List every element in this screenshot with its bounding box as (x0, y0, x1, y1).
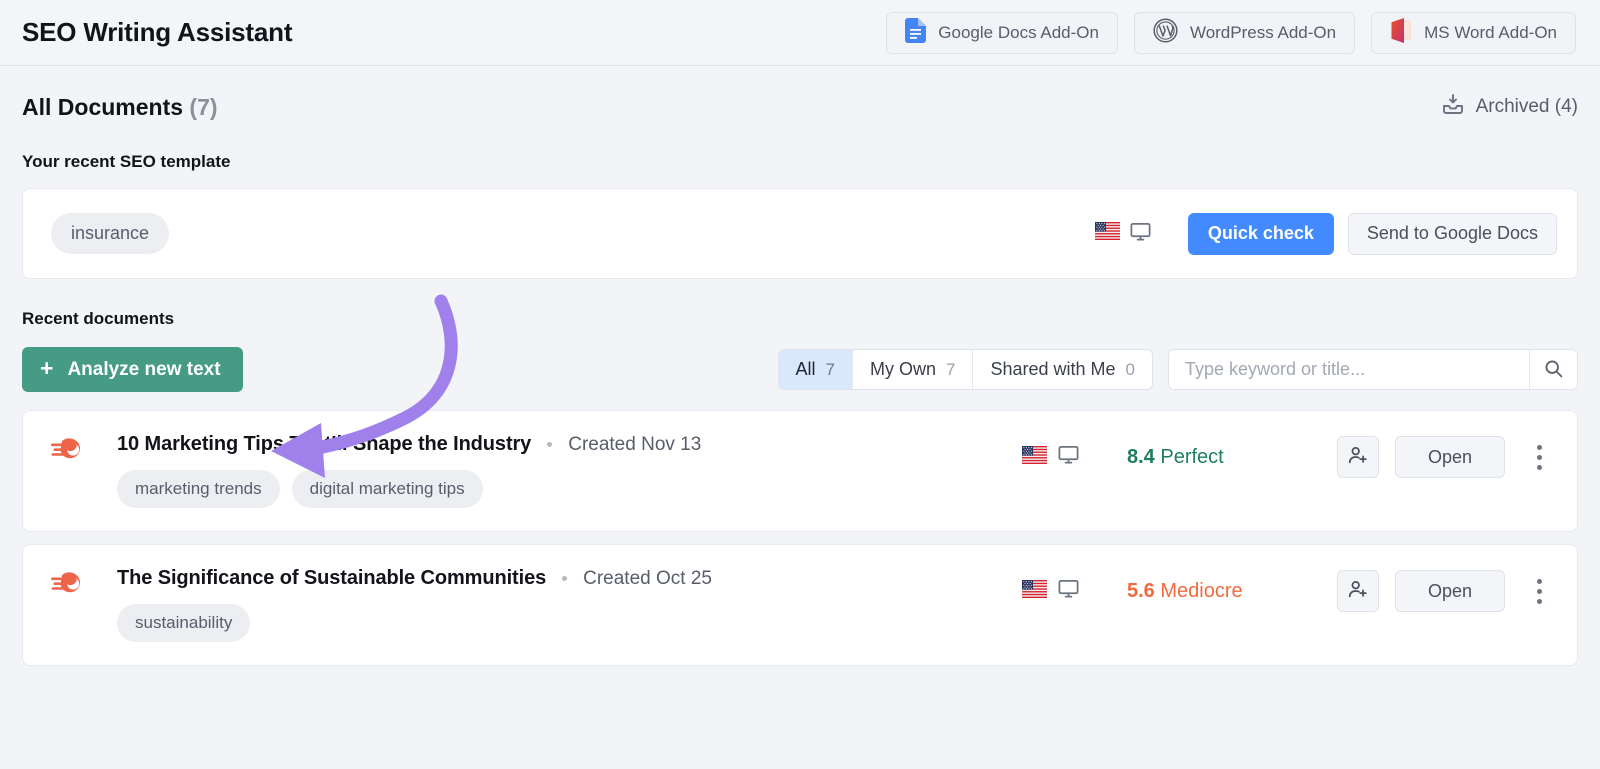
document-body: The Significance of Sustainable Communit… (117, 567, 1022, 642)
ms-word-addon-label: MS Word Add-On (1424, 22, 1557, 42)
wordpress-icon (1153, 17, 1178, 48)
share-document-button[interactable] (1337, 436, 1379, 478)
share-document-button[interactable] (1337, 570, 1379, 612)
document-tags: sustainability (117, 604, 1022, 642)
document-score-label: Perfect (1160, 445, 1224, 468)
filter-tab-shared-with-me-count: 0 (1125, 359, 1135, 379)
analyze-new-text-label: Analyze new text (67, 358, 221, 380)
filter-tab-all-label: All (795, 359, 816, 379)
app-header: SEO Writing Assistant Google Docs Add-On (0, 0, 1600, 66)
filter-tab-my-own[interactable]: My Own 7 (852, 350, 974, 389)
filter-tab-all-count: 7 (825, 359, 835, 379)
template-actions: Quick check Send to Google Docs (1094, 212, 1557, 255)
document-created-date: Created Nov 13 (568, 433, 702, 455)
status-badge: 5.6 Mediocre (1127, 580, 1337, 603)
open-document-button[interactable]: Open (1395, 436, 1505, 478)
filter-tab-my-own-count: 7 (946, 359, 956, 379)
google-docs-addon-button[interactable]: Google Docs Add-On (886, 11, 1118, 54)
desktop-monitor-icon (1129, 220, 1152, 248)
filter-tab-all[interactable]: All 7 (778, 350, 853, 389)
plus-icon: + (40, 355, 54, 381)
template-keyword-pill[interactable]: insurance (51, 213, 170, 254)
wordpress-addon-label: WordPress Add-On (1189, 22, 1337, 42)
wordpress-addon-button[interactable]: WordPress Add-On (1133, 11, 1356, 54)
document-created-date: Created Oct 25 (583, 567, 712, 589)
google-docs-addon-label: Google Docs Add-On (938, 22, 1099, 42)
filter-tab-shared-with-me[interactable]: Shared with Me 0 (973, 350, 1152, 389)
add-person-icon (1347, 578, 1369, 605)
archive-tray-icon (1441, 92, 1465, 122)
search-box (1168, 349, 1578, 390)
document-actions: Open (1337, 436, 1557, 478)
search-button[interactable] (1529, 350, 1577, 389)
recent-template-label: Your recent SEO template (22, 152, 231, 171)
archived-link[interactable]: Archived (4) (1441, 92, 1578, 122)
documents-header-row: All Documents (7) Archived (4) (22, 66, 1578, 122)
list-item[interactable]: marketing trends (117, 470, 280, 508)
kebab-menu-icon[interactable] (1521, 570, 1557, 612)
semrush-comet-icon (51, 569, 89, 602)
list-item[interactable]: sustainability (117, 604, 251, 642)
ownership-filter-tabs: All 7 My Own 7 Shared with Me 0 (777, 349, 1153, 390)
send-to-google-docs-button[interactable]: Send to Google Docs (1347, 212, 1557, 255)
toolbar-right-group: All 7 My Own 7 Shared with Me 0 (777, 349, 1578, 390)
archived-label: Archived (4) (1475, 96, 1578, 117)
document-score-value: 5.6 (1127, 579, 1155, 602)
documents-toolbar: + Analyze new text All 7 My Own 7 Shared… (22, 347, 1578, 392)
document-title-line: 10 Marketing Tips That’ll Shape the Indu… (117, 433, 1022, 456)
document-main: The Significance of Sustainable Communit… (51, 545, 1022, 665)
us-flag-icon (1022, 579, 1047, 603)
add-person-icon (1347, 444, 1369, 471)
document-actions: Open (1337, 570, 1557, 612)
all-documents-heading: All Documents (7) (22, 94, 218, 121)
recent-documents-label: Recent documents (22, 309, 175, 328)
document-body: 10 Marketing Tips That’ll Shape the Indu… (117, 433, 1022, 508)
seo-template-card: insurance Quick check Send to Google Doc… (22, 188, 1578, 279)
document-score-value: 8.4 (1127, 445, 1155, 468)
page-body: All Documents (7) Archived (4) Your rece… (0, 66, 1600, 666)
document-title[interactable]: 10 Marketing Tips That’ll Shape the Indu… (117, 433, 531, 456)
separator-dot (547, 442, 553, 447)
analyze-new-text-button[interactable]: + Analyze new text (22, 347, 243, 392)
us-flag-icon (1022, 445, 1047, 469)
kebab-menu-icon[interactable] (1521, 436, 1557, 478)
desktop-monitor-icon (1057, 577, 1080, 605)
us-flag-icon (1094, 222, 1120, 245)
document-title-line: The Significance of Sustainable Communit… (117, 567, 1022, 590)
table-row[interactable]: 10 Marketing Tips That’ll Shape the Indu… (22, 410, 1578, 532)
document-title[interactable]: The Significance of Sustainable Communit… (117, 567, 546, 590)
open-document-button[interactable]: Open (1395, 570, 1505, 612)
document-main: 10 Marketing Tips That’ll Shape the Indu… (51, 411, 1022, 531)
google-docs-icon (905, 17, 927, 48)
list-item[interactable]: digital marketing tips (291, 470, 483, 508)
document-score-label: Mediocre (1160, 579, 1243, 602)
filter-tab-my-own-label: My Own (869, 359, 936, 379)
documents-list: 10 Marketing Tips That’ll Shape the Indu… (22, 410, 1578, 666)
desktop-monitor-icon (1057, 443, 1080, 471)
document-locale (1022, 577, 1127, 605)
ms-word-icon (1390, 17, 1412, 48)
search-icon (1543, 358, 1564, 382)
table-row[interactable]: The Significance of Sustainable Communit… (22, 544, 1578, 666)
template-locale (1094, 220, 1152, 248)
filter-tab-shared-with-me-label: Shared with Me (990, 359, 1116, 379)
ms-word-addon-button[interactable]: MS Word Add-On (1371, 11, 1576, 54)
search-input[interactable] (1169, 350, 1529, 389)
semrush-comet-icon (51, 435, 89, 468)
separator-dot (562, 576, 568, 581)
page-title: SEO Writing Assistant (22, 17, 293, 47)
status-badge: 8.4 Perfect (1127, 446, 1337, 469)
document-tags: marketing trends digital marketing tips (117, 470, 1022, 508)
quick-check-button[interactable]: Quick check (1187, 212, 1334, 255)
addon-button-group: Google Docs Add-On WordPress Add-On MS W… (886, 11, 1576, 54)
document-locale (1022, 443, 1127, 471)
all-documents-label: All Documents (22, 93, 184, 120)
all-documents-count: (7) (189, 93, 218, 120)
